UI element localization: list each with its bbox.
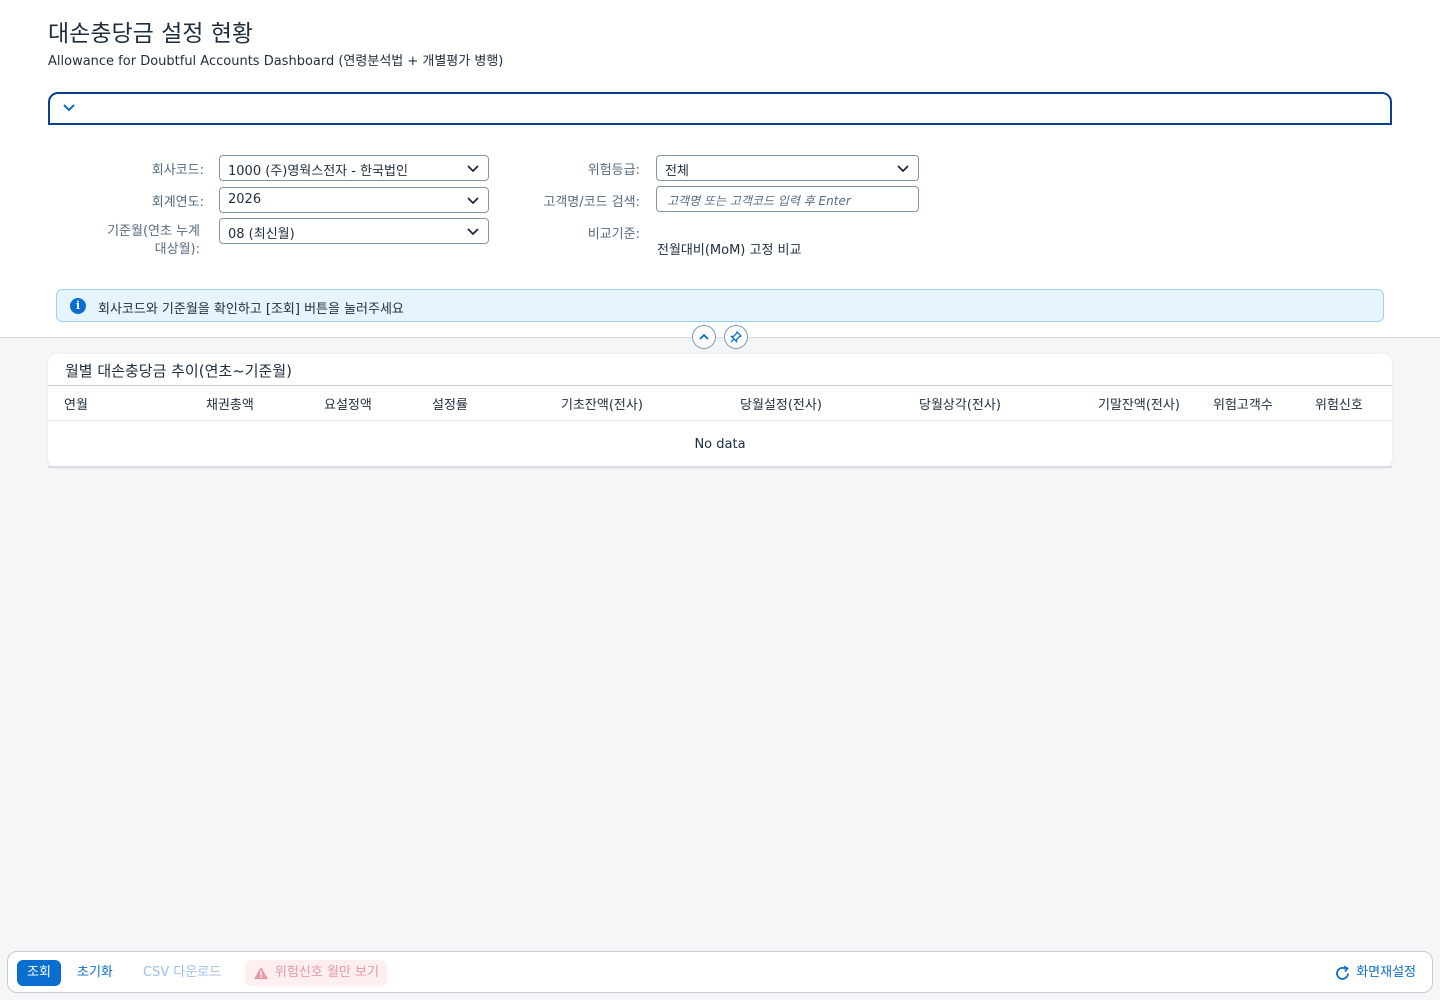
- reset-button[interactable]: 초기화: [77, 960, 113, 986]
- chevron-down-icon: [897, 165, 909, 173]
- filter-header: 대손충당금 설정 현황 Allowance for Doubtful Accou…: [0, 0, 1440, 338]
- fiscal-year-label: 회계연도:: [151, 195, 204, 210]
- refresh-icon: [1336, 965, 1350, 980]
- table-empty-text: No data: [694, 437, 746, 452]
- table-title: 월별 대손충당금 추이(연초~기준월): [65, 362, 293, 380]
- compare-label: 비교기준:: [587, 227, 640, 242]
- variant-bar[interactable]: [48, 92, 1392, 125]
- page-subtitle: Allowance for Doubtful Accounts Dashboar…: [48, 54, 504, 69]
- collapse-header-button[interactable]: [692, 325, 716, 349]
- column-header-rate[interactable]: 설정률: [432, 394, 468, 413]
- base-month-label-line1: 기준월(연초 누계: [107, 224, 200, 239]
- search-button[interactable]: 조회: [17, 960, 61, 986]
- column-header-monthly-provision[interactable]: 당월설정(전사): [740, 394, 822, 413]
- csv-download-button[interactable]: CSV 다운로드: [143, 960, 221, 986]
- base-month-select-value: 08 (최신월): [228, 227, 295, 242]
- info-message-text: 회사코드와 기준월을 확인하고 [조회] 버튼을 눌러주세요: [98, 302, 404, 317]
- chevron-down-icon[interactable]: [62, 100, 76, 114]
- table-bottom-divider: [48, 466, 1392, 468]
- column-header-risk-customers[interactable]: 위험고객수: [1213, 394, 1273, 413]
- column-header-monthly-writeoff[interactable]: 당월상각(전사): [919, 394, 1001, 413]
- base-month-label: 기준월(연초 누계 대상월):: [40, 223, 200, 259]
- table-header-row: 연월 채권총액 요설정액 설정률 기초잔액(전사) 당월설정(전사) 당월상각(…: [48, 385, 1392, 421]
- risk-only-toggle-button[interactable]: 위험신호 월만 보기: [245, 960, 387, 986]
- company-label: 회사코드:: [151, 163, 204, 178]
- column-header-required-amount[interactable]: 요설정액: [324, 394, 372, 413]
- screen-reset-button[interactable]: 화면재설정: [1334, 960, 1416, 986]
- compare-value: 전월대비(MoM) 고정 비교: [657, 243, 802, 258]
- info-message-strip: i 회사코드와 기준월을 확인하고 [조회] 버튼을 눌러주세요: [56, 289, 1384, 322]
- chevron-down-icon: [467, 165, 479, 173]
- page-title: 대손충당금 설정 현황: [48, 21, 254, 47]
- column-header-closing-balance[interactable]: 기말잔액(전사): [1098, 394, 1180, 413]
- risk-only-toggle-label: 위험신호 월만 보기: [275, 965, 379, 980]
- fiscal-year-select[interactable]: 2026: [219, 187, 489, 213]
- column-header-opening-balance[interactable]: 기초잔액(전사): [561, 394, 643, 413]
- customer-search-input[interactable]: 고객명 또는 고객코드 입력 후 Enter: [656, 186, 919, 212]
- pin-icon: [730, 331, 742, 343]
- risk-grade-label: 위험등급:: [587, 163, 640, 178]
- customer-search-label: 고객명/코드 검색:: [543, 195, 640, 210]
- base-month-select[interactable]: 08 (최신월): [219, 218, 489, 244]
- column-header-total-receivables[interactable]: 채권총액: [206, 394, 254, 413]
- risk-grade-select-value: 전체: [665, 164, 689, 179]
- fiscal-year-select-value: 2026: [228, 192, 262, 207]
- column-header-risk-signal[interactable]: 위험신호: [1315, 394, 1363, 413]
- footer-toolbar: 조회 초기화 CSV 다운로드 위험신호 월만 보기 화면재설정: [7, 951, 1433, 993]
- risk-grade-select[interactable]: 전체: [656, 155, 919, 181]
- monthly-trend-table-panel: 월별 대손충당금 추이(연초~기준월) 연월 채권총액 요설정액 설정률 기초잔…: [48, 354, 1392, 468]
- info-icon: i: [70, 298, 86, 314]
- chevron-up-icon: [699, 333, 709, 340]
- column-header-month[interactable]: 연월: [64, 394, 88, 413]
- company-select[interactable]: 1000 (주)영웍스전자 - 한국법인: [219, 155, 489, 181]
- chevron-down-icon: [467, 228, 479, 236]
- company-select-value: 1000 (주)영웍스전자 - 한국법인: [228, 164, 408, 179]
- chevron-down-icon: [467, 197, 479, 205]
- pin-header-button[interactable]: [724, 325, 748, 349]
- base-month-label-line2: 대상월):: [154, 242, 200, 257]
- screen-reset-label: 화면재설정: [1356, 965, 1416, 980]
- warning-icon: [254, 967, 268, 979]
